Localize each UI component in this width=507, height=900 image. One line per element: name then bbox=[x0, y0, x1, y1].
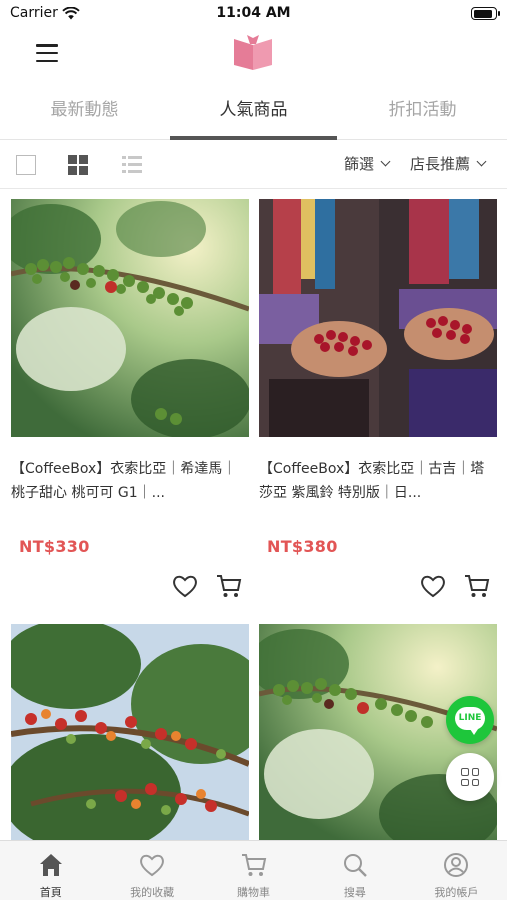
account-icon bbox=[444, 853, 469, 877]
product-card[interactable]: 【CoffeeBox】衣索比亞｜古吉｜塔莎亞 紫風鈴 特別版｜日... NT$3… bbox=[259, 199, 497, 609]
product-image[interactable] bbox=[259, 199, 497, 437]
sort-label: 店長推薦 bbox=[410, 155, 471, 173]
line-chat-button[interactable]: LINE bbox=[446, 696, 494, 744]
nav-home[interactable]: 首頁 bbox=[0, 841, 101, 900]
home-icon bbox=[39, 854, 62, 876]
nav-label: 我的帳戶 bbox=[434, 886, 479, 899]
heart-icon[interactable] bbox=[171, 572, 199, 600]
list-view-icon[interactable] bbox=[122, 155, 142, 175]
heart-icon[interactable] bbox=[419, 572, 447, 600]
chevron-down-icon bbox=[380, 156, 391, 167]
heart-icon bbox=[140, 854, 165, 877]
apps-grid-icon bbox=[461, 768, 479, 786]
nav-favorites[interactable]: 我的收藏 bbox=[101, 841, 202, 900]
quick-menu-button[interactable] bbox=[446, 753, 494, 801]
line-label: LINE bbox=[458, 713, 482, 723]
nav-label: 搜尋 bbox=[343, 886, 366, 899]
hamburger-menu-icon[interactable] bbox=[36, 44, 58, 62]
product-card[interactable]: 【CoffeeBox】衣索比亞｜希達馬｜桃子甜心 桃可可 G1｜... NT$3… bbox=[11, 199, 249, 609]
nav-label: 購物車 bbox=[237, 886, 271, 899]
open-book-logo-icon[interactable] bbox=[230, 32, 276, 72]
sort-dropdown[interactable]: 店長推薦 bbox=[410, 153, 487, 174]
nav-label: 首頁 bbox=[39, 886, 62, 899]
chevron-down-icon bbox=[476, 156, 487, 167]
cart-icon[interactable] bbox=[463, 572, 491, 600]
filter-dropdown[interactable]: 篩選 bbox=[344, 153, 391, 174]
bottom-navigation: 首頁 我的收藏 購物車 搜尋 我的帳戶 bbox=[0, 840, 507, 900]
tab-popular[interactable]: 人氣商品 bbox=[169, 84, 338, 140]
product-price: NT$380 bbox=[267, 537, 338, 556]
app-header bbox=[0, 28, 507, 80]
status-bar: Carrier 11:04 AM bbox=[0, 0, 507, 28]
product-price: NT$330 bbox=[19, 537, 90, 556]
nav-search[interactable]: 搜尋 bbox=[304, 841, 405, 900]
product-card[interactable] bbox=[11, 624, 249, 840]
product-title[interactable]: 【CoffeeBox】衣索比亞｜希達馬｜桃子甜心 桃可可 G1｜... bbox=[11, 457, 249, 505]
search-icon bbox=[343, 854, 367, 877]
nav-label: 我的收藏 bbox=[130, 886, 175, 899]
filter-label: 篩選 bbox=[344, 155, 375, 173]
product-title[interactable]: 【CoffeeBox】衣索比亞｜古吉｜塔莎亞 紫風鈴 特別版｜日... bbox=[259, 457, 497, 505]
nav-account[interactable]: 我的帳戶 bbox=[406, 841, 507, 900]
cart-icon[interactable] bbox=[215, 572, 243, 600]
status-time: 11:04 AM bbox=[216, 5, 291, 21]
nav-cart[interactable]: 購物車 bbox=[203, 841, 304, 900]
tab-latest[interactable]: 最新動態 bbox=[0, 84, 169, 139]
product-image[interactable] bbox=[11, 199, 249, 437]
category-tabs: 最新動態 人氣商品 折扣活動 bbox=[0, 84, 507, 140]
view-toolbar: 篩選 店長推薦 bbox=[0, 141, 507, 189]
grid-view-icon[interactable] bbox=[68, 155, 88, 175]
single-view-icon[interactable] bbox=[16, 155, 36, 175]
product-image[interactable] bbox=[11, 624, 249, 840]
battery-icon bbox=[471, 7, 500, 20]
tab-discount[interactable]: 折扣活動 bbox=[338, 84, 507, 139]
cart-icon bbox=[241, 854, 266, 876]
